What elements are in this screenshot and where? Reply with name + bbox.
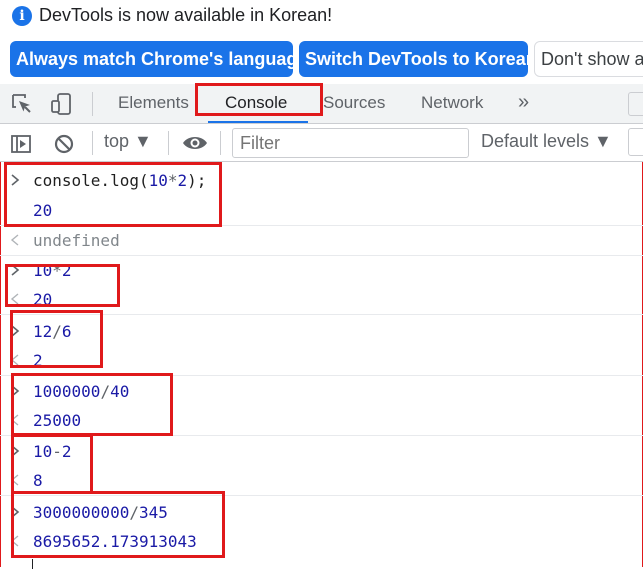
console-result-line: 20	[0, 285, 643, 315]
device-toolbar-icon[interactable]	[50, 92, 74, 116]
result-arrow-icon	[10, 535, 19, 547]
console-settings-button[interactable]	[628, 128, 643, 156]
console-result-value: 2	[33, 351, 43, 370]
info-icon: i	[12, 6, 32, 26]
toolbar-divider	[92, 131, 93, 155]
prompt-chevron-icon	[11, 325, 20, 337]
sidebar-toggle-icon[interactable]	[10, 133, 32, 155]
tab-console[interactable]: Console	[225, 84, 287, 123]
inspect-element-icon[interactable]	[10, 92, 34, 116]
result-arrow-icon	[10, 414, 19, 426]
prompt-chevron-icon	[11, 264, 20, 276]
prompt-chevron-icon	[11, 174, 20, 186]
more-tabs-chevron-icon[interactable]: »	[518, 84, 529, 122]
console-command: 12/6	[33, 322, 72, 341]
result-arrow-icon	[10, 354, 19, 366]
switch-to-korean-button[interactable]: Switch DevTools to Korean	[299, 41, 537, 77]
log-levels-dropdown[interactable]: Default levels ▼	[481, 131, 612, 152]
toolbar-divider	[92, 92, 93, 116]
console-input-line: console.log(10*2);	[0, 166, 643, 196]
console-result-line: 8695652.173913043	[0, 527, 643, 557]
tab-elements[interactable]: Elements	[118, 84, 189, 123]
result-arrow-icon	[10, 234, 19, 246]
always-match-language-button[interactable]: Always match Chrome's language	[10, 41, 307, 77]
language-infobar: i DevTools is now available in Korean! A…	[0, 0, 643, 84]
console-result-line: 2	[0, 346, 643, 376]
console-input-line: 3000000000/345	[0, 498, 643, 528]
console-command: 10-2	[33, 442, 72, 461]
active-tab-indicator	[208, 121, 308, 123]
devtools-tabbar: Elements Console Sources Network	[0, 84, 643, 124]
prompt-chevron-icon	[11, 506, 20, 518]
console-input-line: 12/6	[0, 317, 643, 347]
console-result-line: undefined	[0, 226, 643, 256]
infobar-message: DevTools is now available in Korean!	[39, 5, 333, 25]
console-output[interactable]: console.log(10*2); 20 undefined 10*2 20 …	[0, 162, 643, 569]
dont-show-again-button[interactable]: Don't show a	[534, 41, 643, 77]
prompt-chevron-icon	[11, 445, 20, 457]
console-command: 3000000000/345	[33, 503, 168, 522]
console-result-value: undefined	[33, 231, 120, 250]
console-input-line: 1000000/40	[0, 377, 643, 407]
console-prompt-caret[interactable]	[32, 559, 33, 569]
console-result-value: 8695652.173913043	[33, 532, 197, 551]
console-result-value: 8	[33, 471, 43, 490]
result-arrow-icon	[10, 474, 19, 486]
console-result-line: 8	[0, 466, 643, 496]
tab-network[interactable]: Network	[421, 84, 483, 123]
filter-input[interactable]	[232, 128, 469, 158]
console-command: console.log(10*2);	[33, 171, 207, 190]
toolbar-divider	[168, 131, 169, 155]
context-selector[interactable]: top ▼	[104, 131, 152, 152]
clear-console-icon[interactable]	[53, 133, 75, 155]
console-log-value: 20	[33, 201, 53, 220]
result-arrow-icon	[10, 293, 19, 305]
prompt-chevron-icon	[11, 385, 20, 397]
tab-sources[interactable]: Sources	[323, 84, 385, 123]
settings-button[interactable]	[628, 92, 643, 116]
console-result-line: 25000	[0, 406, 643, 436]
console-command: 1000000/40	[33, 382, 130, 401]
console-input-line: 10-2	[0, 437, 643, 467]
live-expression-eye-icon[interactable]	[182, 132, 208, 154]
console-input-line: 10*2	[0, 256, 643, 286]
console-log-line: 20	[0, 196, 643, 226]
console-command: 10*2	[33, 261, 72, 280]
console-result-value: 25000	[33, 411, 82, 430]
console-result-value: 20	[33, 290, 53, 309]
toolbar-divider	[220, 131, 221, 155]
